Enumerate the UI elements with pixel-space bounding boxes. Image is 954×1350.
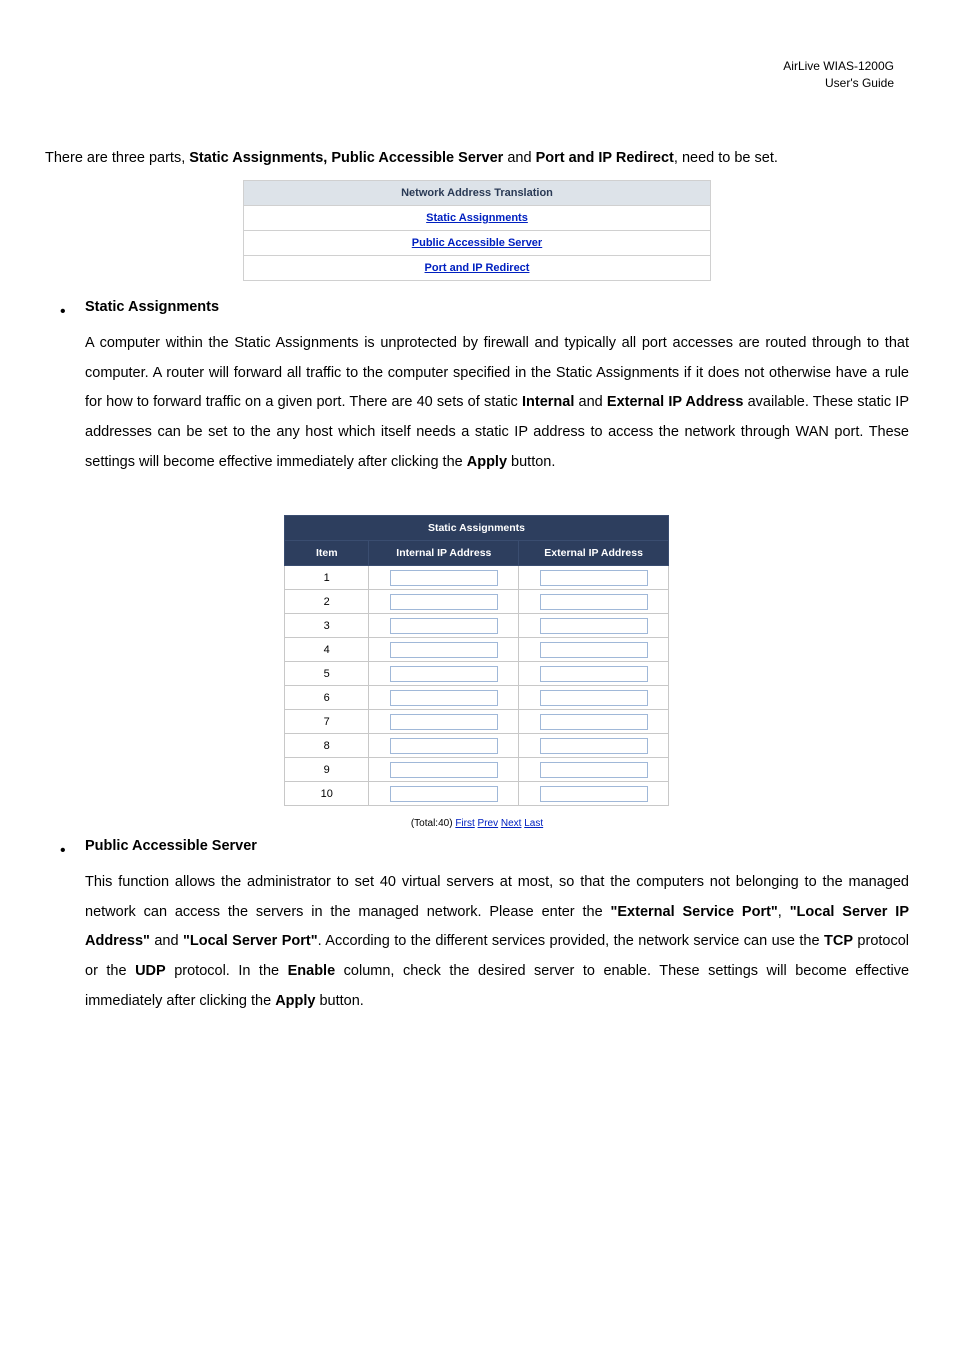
pgn-total: (Total:40) [411, 818, 455, 829]
item-num: 1 [285, 566, 369, 590]
port-ip-redirect-link[interactable]: Port and IP Redirect [425, 262, 530, 274]
nat-table: Network Address Translation Static Assig… [243, 180, 711, 281]
static-assignments-table: Static Assignments Item Internal IP Addr… [284, 515, 669, 806]
s1-d: button. [507, 454, 555, 470]
intro-t3: , need to be set. [674, 150, 778, 166]
s1-b2: External IP Address [607, 394, 744, 410]
table-row: 4 [285, 638, 669, 662]
item-num: 6 [285, 686, 369, 710]
internal-ip-input[interactable] [390, 594, 498, 610]
item-num: 8 [285, 734, 369, 758]
static-assignments-link[interactable]: Static Assignments [426, 212, 528, 224]
intro-t1: There are three parts, [45, 150, 189, 166]
table-row: 5 [285, 662, 669, 686]
s2-h: button. [315, 993, 363, 1009]
internal-ip-input[interactable] [390, 690, 498, 706]
s2-b3: "Local Server Port" [183, 933, 318, 949]
item-num: 3 [285, 614, 369, 638]
nat-header: Network Address Translation [244, 181, 711, 206]
external-ip-input[interactable] [540, 618, 648, 634]
internal-ip-input[interactable] [390, 762, 498, 778]
external-ip-input[interactable] [540, 786, 648, 802]
bullet-2: • [60, 842, 66, 860]
external-ip-input[interactable] [540, 642, 648, 658]
s2-d: . According to the different services pr… [318, 933, 824, 949]
section-1-title: Static Assignments [85, 299, 219, 315]
nat-row: Public Accessible Server [244, 231, 711, 256]
table-row: 8 [285, 734, 669, 758]
internal-ip-input[interactable] [390, 786, 498, 802]
prev-link[interactable]: Prev [478, 818, 499, 829]
s2-b7: Apply [275, 993, 315, 1009]
public-accessible-server-link[interactable]: Public Accessible Server [412, 237, 542, 249]
intro-line: There are three parts, Static Assignment… [45, 150, 894, 166]
sa-col-item: Item [285, 541, 369, 566]
table-row: 7 [285, 710, 669, 734]
s2-b1: "External Service Port" [611, 904, 778, 920]
nat-row: Port and IP Redirect [244, 256, 711, 281]
sa-col-external: External IP Address [519, 541, 669, 566]
s2-b5: UDP [135, 963, 166, 979]
table-row: 1 [285, 566, 669, 590]
intro-t2: and [507, 150, 535, 166]
s2-b4: TCP [824, 933, 853, 949]
internal-ip-input[interactable] [390, 642, 498, 658]
s2-f: protocol. In the [166, 963, 288, 979]
s1-b1: Internal [522, 394, 574, 410]
external-ip-input[interactable] [540, 690, 648, 706]
item-num: 2 [285, 590, 369, 614]
item-num: 9 [285, 758, 369, 782]
product-name: AirLive WIAS-1200G [783, 58, 894, 75]
external-ip-input[interactable] [540, 762, 648, 778]
internal-ip-input[interactable] [390, 666, 498, 682]
s2-b6: Enable [288, 963, 336, 979]
internal-ip-input[interactable] [390, 618, 498, 634]
nat-row: Static Assignments [244, 206, 711, 231]
s1-b: and [574, 394, 607, 410]
doc-title: User's Guide [783, 75, 894, 92]
internal-ip-input[interactable] [390, 570, 498, 586]
bullet-1: • [60, 303, 66, 321]
external-ip-input[interactable] [540, 666, 648, 682]
section-1-body: A computer within the Static Assignments… [85, 329, 909, 478]
section-2-title: Public Accessible Server [85, 838, 257, 854]
intro-b2: Port and IP Redirect [536, 150, 674, 166]
internal-ip-input[interactable] [390, 738, 498, 754]
s2-b: , [778, 904, 790, 920]
table-row: 9 [285, 758, 669, 782]
doc-header: AirLive WIAS-1200G User's Guide [783, 58, 894, 92]
pagination: (Total:40) First Prev Next Last [0, 818, 954, 829]
item-num: 7 [285, 710, 369, 734]
s2-c: and [150, 933, 183, 949]
table-row: 6 [285, 686, 669, 710]
table-row: 3 [285, 614, 669, 638]
external-ip-input[interactable] [540, 714, 648, 730]
first-link[interactable]: First [455, 818, 474, 829]
section-2-body: This function allows the administrator t… [85, 868, 909, 1017]
item-num: 10 [285, 782, 369, 806]
item-num: 5 [285, 662, 369, 686]
internal-ip-input[interactable] [390, 714, 498, 730]
sa-title: Static Assignments [285, 516, 669, 541]
s1-b3: Apply [467, 454, 507, 470]
intro-b1: Static Assignments, Public Accessible Se… [189, 150, 507, 166]
table-row: 10 [285, 782, 669, 806]
external-ip-input[interactable] [540, 570, 648, 586]
table-row: 2 [285, 590, 669, 614]
external-ip-input[interactable] [540, 738, 648, 754]
item-num: 4 [285, 638, 369, 662]
next-link[interactable]: Next [501, 818, 522, 829]
last-link[interactable]: Last [524, 818, 543, 829]
external-ip-input[interactable] [540, 594, 648, 610]
sa-col-internal: Internal IP Address [369, 541, 519, 566]
